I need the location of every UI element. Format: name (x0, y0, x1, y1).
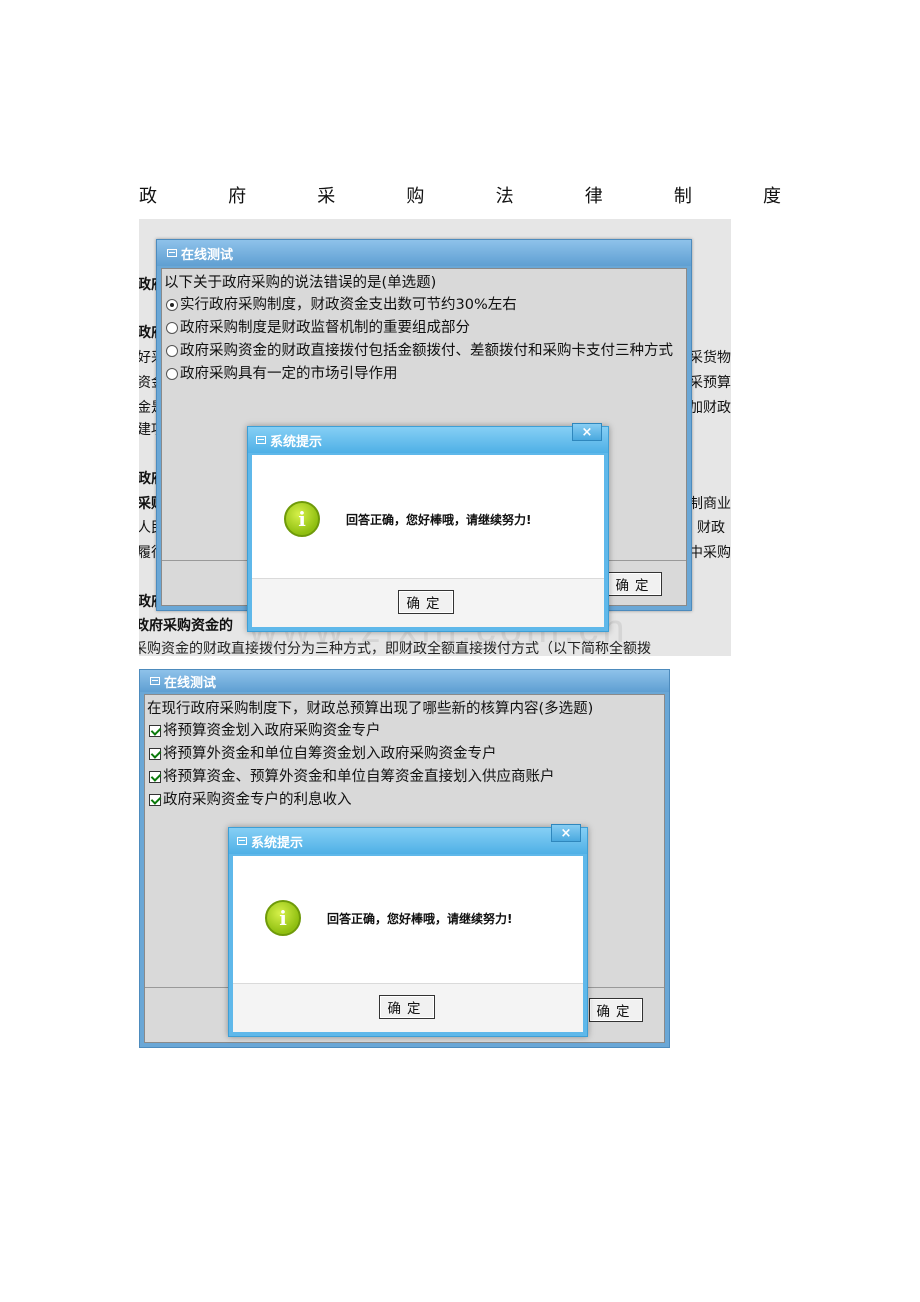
window-icon (167, 249, 177, 257)
dialog-title: 系统提示 (270, 434, 323, 450)
option-label: 政府采购资金专户的利息收入 (163, 792, 352, 808)
question-text: 以下关于政府采购的说法错误的是(单选题) (164, 275, 437, 291)
quiz-title: 在线测试 (164, 675, 217, 691)
screenshot-multi-choice: 在线测试 在现行政府采购制度下，财政总预算出现了哪些新的核算内容(多选题) 将预… (139, 669, 670, 1048)
screenshot-single-choice: 政府 政府 好采 资金 金是 建项 政府 采购 人民 履行 政府 采货物 采预算… (139, 219, 731, 656)
bg-text: 财政 (697, 520, 725, 536)
option-3[interactable]: 政府采购资金的财政直接拨付包括金额拨付、差额拨付和采购卡支付三种方式 (166, 341, 686, 361)
question-text: 在现行政府采购制度下，财政总预算出现了哪些新的核算内容(多选题) (147, 701, 594, 717)
dialog-body: i 回答正确，您好棒哦，请继续努力! 确定 (252, 455, 604, 627)
checkbox-checked-icon[interactable] (149, 725, 161, 737)
dialog-titlebar[interactable]: 系统提示 (248, 427, 608, 453)
bg-text: 制商业 (689, 496, 731, 512)
quiz-title: 在线测试 (181, 247, 234, 263)
title-char: 制 (673, 186, 692, 207)
option-4[interactable]: 政府采购具有一定的市场引导作用 (166, 364, 686, 384)
option-label: 实行政府采购制度，财政资金支出数可节约30%左右 (180, 297, 517, 313)
title-char: 法 (495, 186, 514, 207)
option-label: 将预算外资金和单位自筹资金划入政府采购资金专户 (163, 746, 497, 762)
dialog-title: 系统提示 (251, 835, 304, 851)
system-dialog: 系统提示 × i 回答正确，您好棒哦，请继续努力! 确定 (228, 824, 588, 1037)
option-1[interactable]: 实行政府采购制度，财政资金支出数可节约30%左右 (166, 295, 686, 315)
option-3[interactable]: 将预算资金、预算外资金和单位自筹资金直接划入供应商账户 (149, 767, 664, 787)
option-label: 政府采购资金的财政直接拨付包括金额拨付、差额拨付和采购卡支付三种方式 (180, 343, 673, 359)
info-icon: i (265, 900, 301, 936)
title-char: 府 (228, 186, 247, 207)
title-char: 律 (584, 186, 603, 207)
bg-heading: 政府采购资金的 (139, 618, 233, 634)
option-4[interactable]: 政府采购资金专户的利息收入 (149, 790, 664, 810)
option-2[interactable]: 政府采购制度是财政监督机制的重要组成部分 (166, 318, 686, 338)
option-label: 将预算资金、预算外资金和单位自筹资金直接划入供应商账户 (163, 769, 555, 785)
checkbox-checked-icon[interactable] (149, 748, 161, 760)
checkbox-checked-icon[interactable] (149, 794, 161, 806)
dialog-footer: 确定 (233, 983, 583, 1032)
system-dialog: 系统提示 × i 回答正确，您好棒哦，请继续努力! 确定 (247, 423, 609, 632)
option-2[interactable]: 将预算外资金和单位自筹资金划入政府采购资金专户 (149, 744, 664, 764)
window-icon (237, 837, 247, 845)
window-icon (150, 677, 160, 685)
confirm-button[interactable]: 确定 (589, 998, 643, 1022)
dialog-body: i 回答正确，您好棒哦，请继续努力! 确定 (233, 856, 583, 1032)
ok-button[interactable]: 确定 (379, 995, 435, 1019)
bg-text: 中采购 (689, 545, 731, 561)
info-icon: i (284, 501, 320, 537)
bg-text: 加财政 (689, 400, 731, 416)
option-1[interactable]: 将预算资金划入政府采购资金专户 (149, 721, 664, 741)
close-icon[interactable]: × (572, 423, 602, 441)
close-icon[interactable]: × (551, 824, 581, 842)
option-label: 政府采购具有一定的市场引导作用 (180, 366, 398, 382)
confirm-button[interactable]: 确定 (608, 572, 662, 596)
option-label: 将预算资金划入政府采购资金专户 (163, 723, 381, 739)
title-char: 政 (139, 186, 157, 207)
dialog-titlebar[interactable]: 系统提示 (229, 828, 587, 854)
dialog-message: 回答正确，您好棒哦，请继续努力! (327, 912, 513, 926)
radio-selected-icon[interactable] (166, 299, 178, 311)
dialog-message: 回答正确，您好棒哦，请继续努力! (346, 513, 532, 527)
title-char: 购 (406, 186, 425, 207)
radio-icon[interactable] (166, 322, 178, 334)
dialog-footer: 确定 (252, 578, 604, 627)
quiz-titlebar[interactable]: 在线测试 (157, 240, 691, 266)
ok-button[interactable]: 确定 (398, 590, 454, 614)
bg-text: 采货物 (689, 350, 731, 366)
document-title: 政 府 采 购 法 律 制 度 (139, 182, 781, 208)
checkbox-checked-icon[interactable] (149, 771, 161, 783)
title-char: 采 (317, 186, 336, 207)
dialog-message-area: i 回答正确，您好棒哦，请继续努力! (233, 856, 583, 984)
bg-text: 采预算 (689, 375, 731, 391)
window-icon (256, 436, 266, 444)
radio-icon[interactable] (166, 345, 178, 357)
quiz-titlebar[interactable]: 在线测试 (140, 670, 669, 692)
option-label: 政府采购制度是财政监督机制的重要组成部分 (180, 320, 470, 336)
dialog-message-area: i 回答正确，您好棒哦，请继续努力! (252, 455, 604, 583)
radio-icon[interactable] (166, 368, 178, 380)
title-char: 度 (762, 186, 781, 207)
